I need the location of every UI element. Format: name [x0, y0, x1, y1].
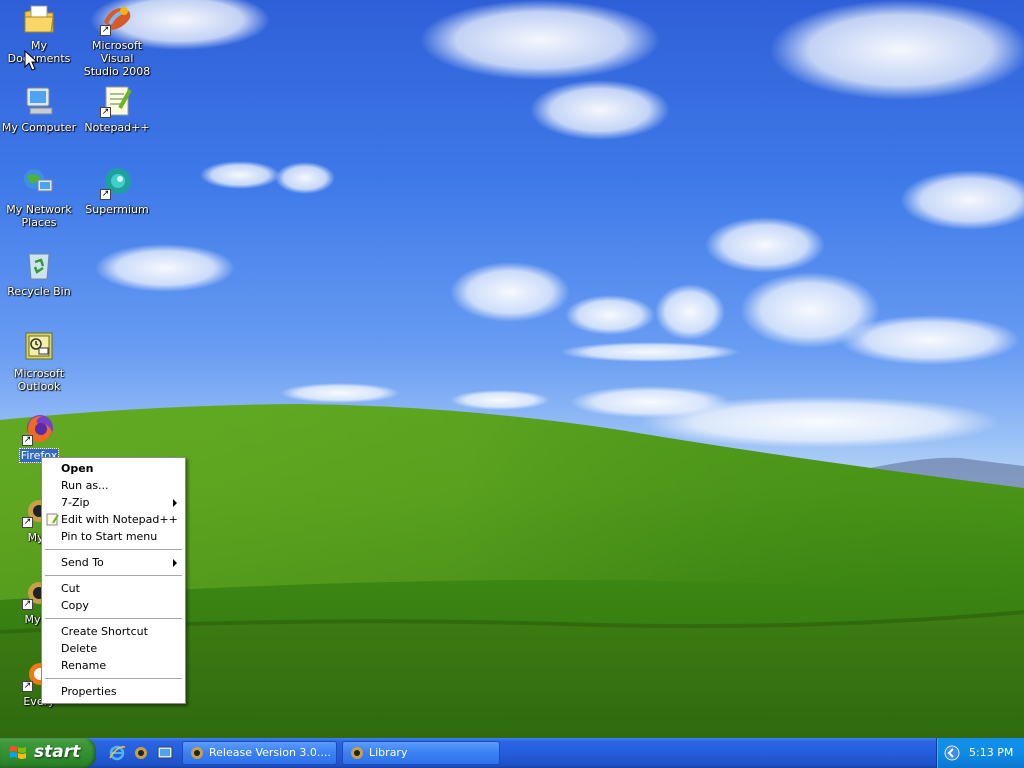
desktop-icon-notepadpp[interactable]: ↗ Notepad++ — [78, 84, 156, 134]
icon-label: Microsoft Visual Studio 2008 — [83, 39, 151, 78]
network-places-icon — [22, 166, 56, 200]
desktop-icon-visual-studio[interactable]: ↗ Microsoft Visual Studio 2008 — [78, 2, 156, 78]
taskbar-button-library[interactable]: Library — [342, 741, 500, 765]
taskbar: start Release Version 3.0.... Library 5:… — [0, 738, 1024, 768]
submenu-arrow-icon — [173, 559, 177, 567]
mypal-icon[interactable] — [132, 744, 150, 762]
visual-studio-icon: ↗ — [100, 2, 134, 36]
submenu-arrow-icon — [173, 499, 177, 507]
my-documents-icon — [22, 2, 56, 36]
menu-item-edit-notepadpp[interactable]: Edit with Notepad++ — [44, 511, 183, 528]
my-computer-icon — [22, 84, 56, 118]
notepadpp-small-icon — [46, 513, 59, 526]
menu-item-send-to[interactable]: Send To — [44, 554, 183, 571]
taskbar-button-release-version[interactable]: Release Version 3.0.... — [182, 741, 337, 765]
icon-label: Supermium — [85, 203, 149, 216]
menu-separator — [45, 575, 182, 576]
menu-item-rename[interactable]: Rename — [44, 657, 183, 674]
shortcut-arrow-icon: ↗ — [22, 599, 33, 610]
windows-flag-icon — [10, 746, 26, 759]
desktop-icon-my-documents[interactable]: My Documents — [0, 2, 78, 65]
icon-label: Microsoft Outlook — [13, 367, 65, 393]
desktop-icon-outlook[interactable]: Microsoft Outlook — [0, 330, 78, 393]
supermium-icon: ↗ — [100, 166, 134, 200]
desktop-icon-my-computer[interactable]: My Computer — [0, 84, 78, 134]
menu-item-create-shortcut[interactable]: Create Shortcut — [44, 623, 183, 640]
menu-separator — [45, 618, 182, 619]
menu-item-run-as[interactable]: Run as... — [44, 477, 183, 494]
shortcut-arrow-icon: ↗ — [22, 681, 33, 692]
menu-item-cut[interactable]: Cut — [44, 580, 183, 597]
clock[interactable]: 5:13 PM — [969, 746, 1013, 759]
ie-icon[interactable] — [108, 744, 126, 762]
menu-item-copy[interactable]: Copy — [44, 597, 183, 614]
desktop-icon-firefox[interactable]: ↗ Firefox — [0, 412, 78, 463]
desktop-icon-supermium[interactable]: ↗ Supermium — [78, 166, 156, 216]
shortcut-arrow-icon: ↗ — [22, 435, 33, 446]
menu-separator — [45, 549, 182, 550]
menu-item-open[interactable]: Open — [44, 460, 183, 477]
system-tray: 5:13 PM — [936, 738, 1024, 768]
icon-label: My Network Places — [6, 203, 72, 229]
icon-label: My Computer — [1, 121, 77, 134]
mypal-icon — [191, 747, 203, 759]
icon-label: Notepad++ — [84, 121, 150, 134]
notepadpp-icon: ↗ — [100, 84, 134, 118]
icon-label: My Documents — [7, 39, 71, 65]
menu-separator — [45, 678, 182, 679]
desktop-icon-network-places[interactable]: My Network Places — [0, 166, 78, 229]
recycle-bin-icon — [22, 248, 56, 282]
shortcut-arrow-icon: ↗ — [100, 25, 111, 36]
desktop-icon-recycle-bin[interactable]: Recycle Bin — [0, 248, 78, 298]
mouse-cursor-icon — [24, 50, 38, 71]
firefox-icon: ↗ — [22, 412, 56, 446]
menu-item-pin-start[interactable]: Pin to Start menu — [44, 528, 183, 545]
shortcut-arrow-icon: ↗ — [22, 517, 33, 528]
outlook-icon — [22, 330, 56, 364]
volume-icon[interactable] — [943, 744, 961, 762]
shortcut-arrow-icon: ↗ — [100, 107, 111, 118]
icon-label: Recycle Bin — [7, 285, 71, 298]
show-desktop-icon[interactable] — [156, 744, 174, 762]
shortcut-arrow-icon: ↗ — [100, 189, 111, 200]
start-button[interactable]: start — [0, 738, 96, 768]
context-menu: Open Run as... 7-Zip Edit with Notepad++… — [41, 457, 186, 704]
mypal-icon — [351, 747, 363, 759]
start-label: start — [34, 742, 81, 762]
menu-item-properties[interactable]: Properties — [44, 683, 183, 700]
menu-item-7zip[interactable]: 7-Zip — [44, 494, 183, 511]
menu-item-delete[interactable]: Delete — [44, 640, 183, 657]
